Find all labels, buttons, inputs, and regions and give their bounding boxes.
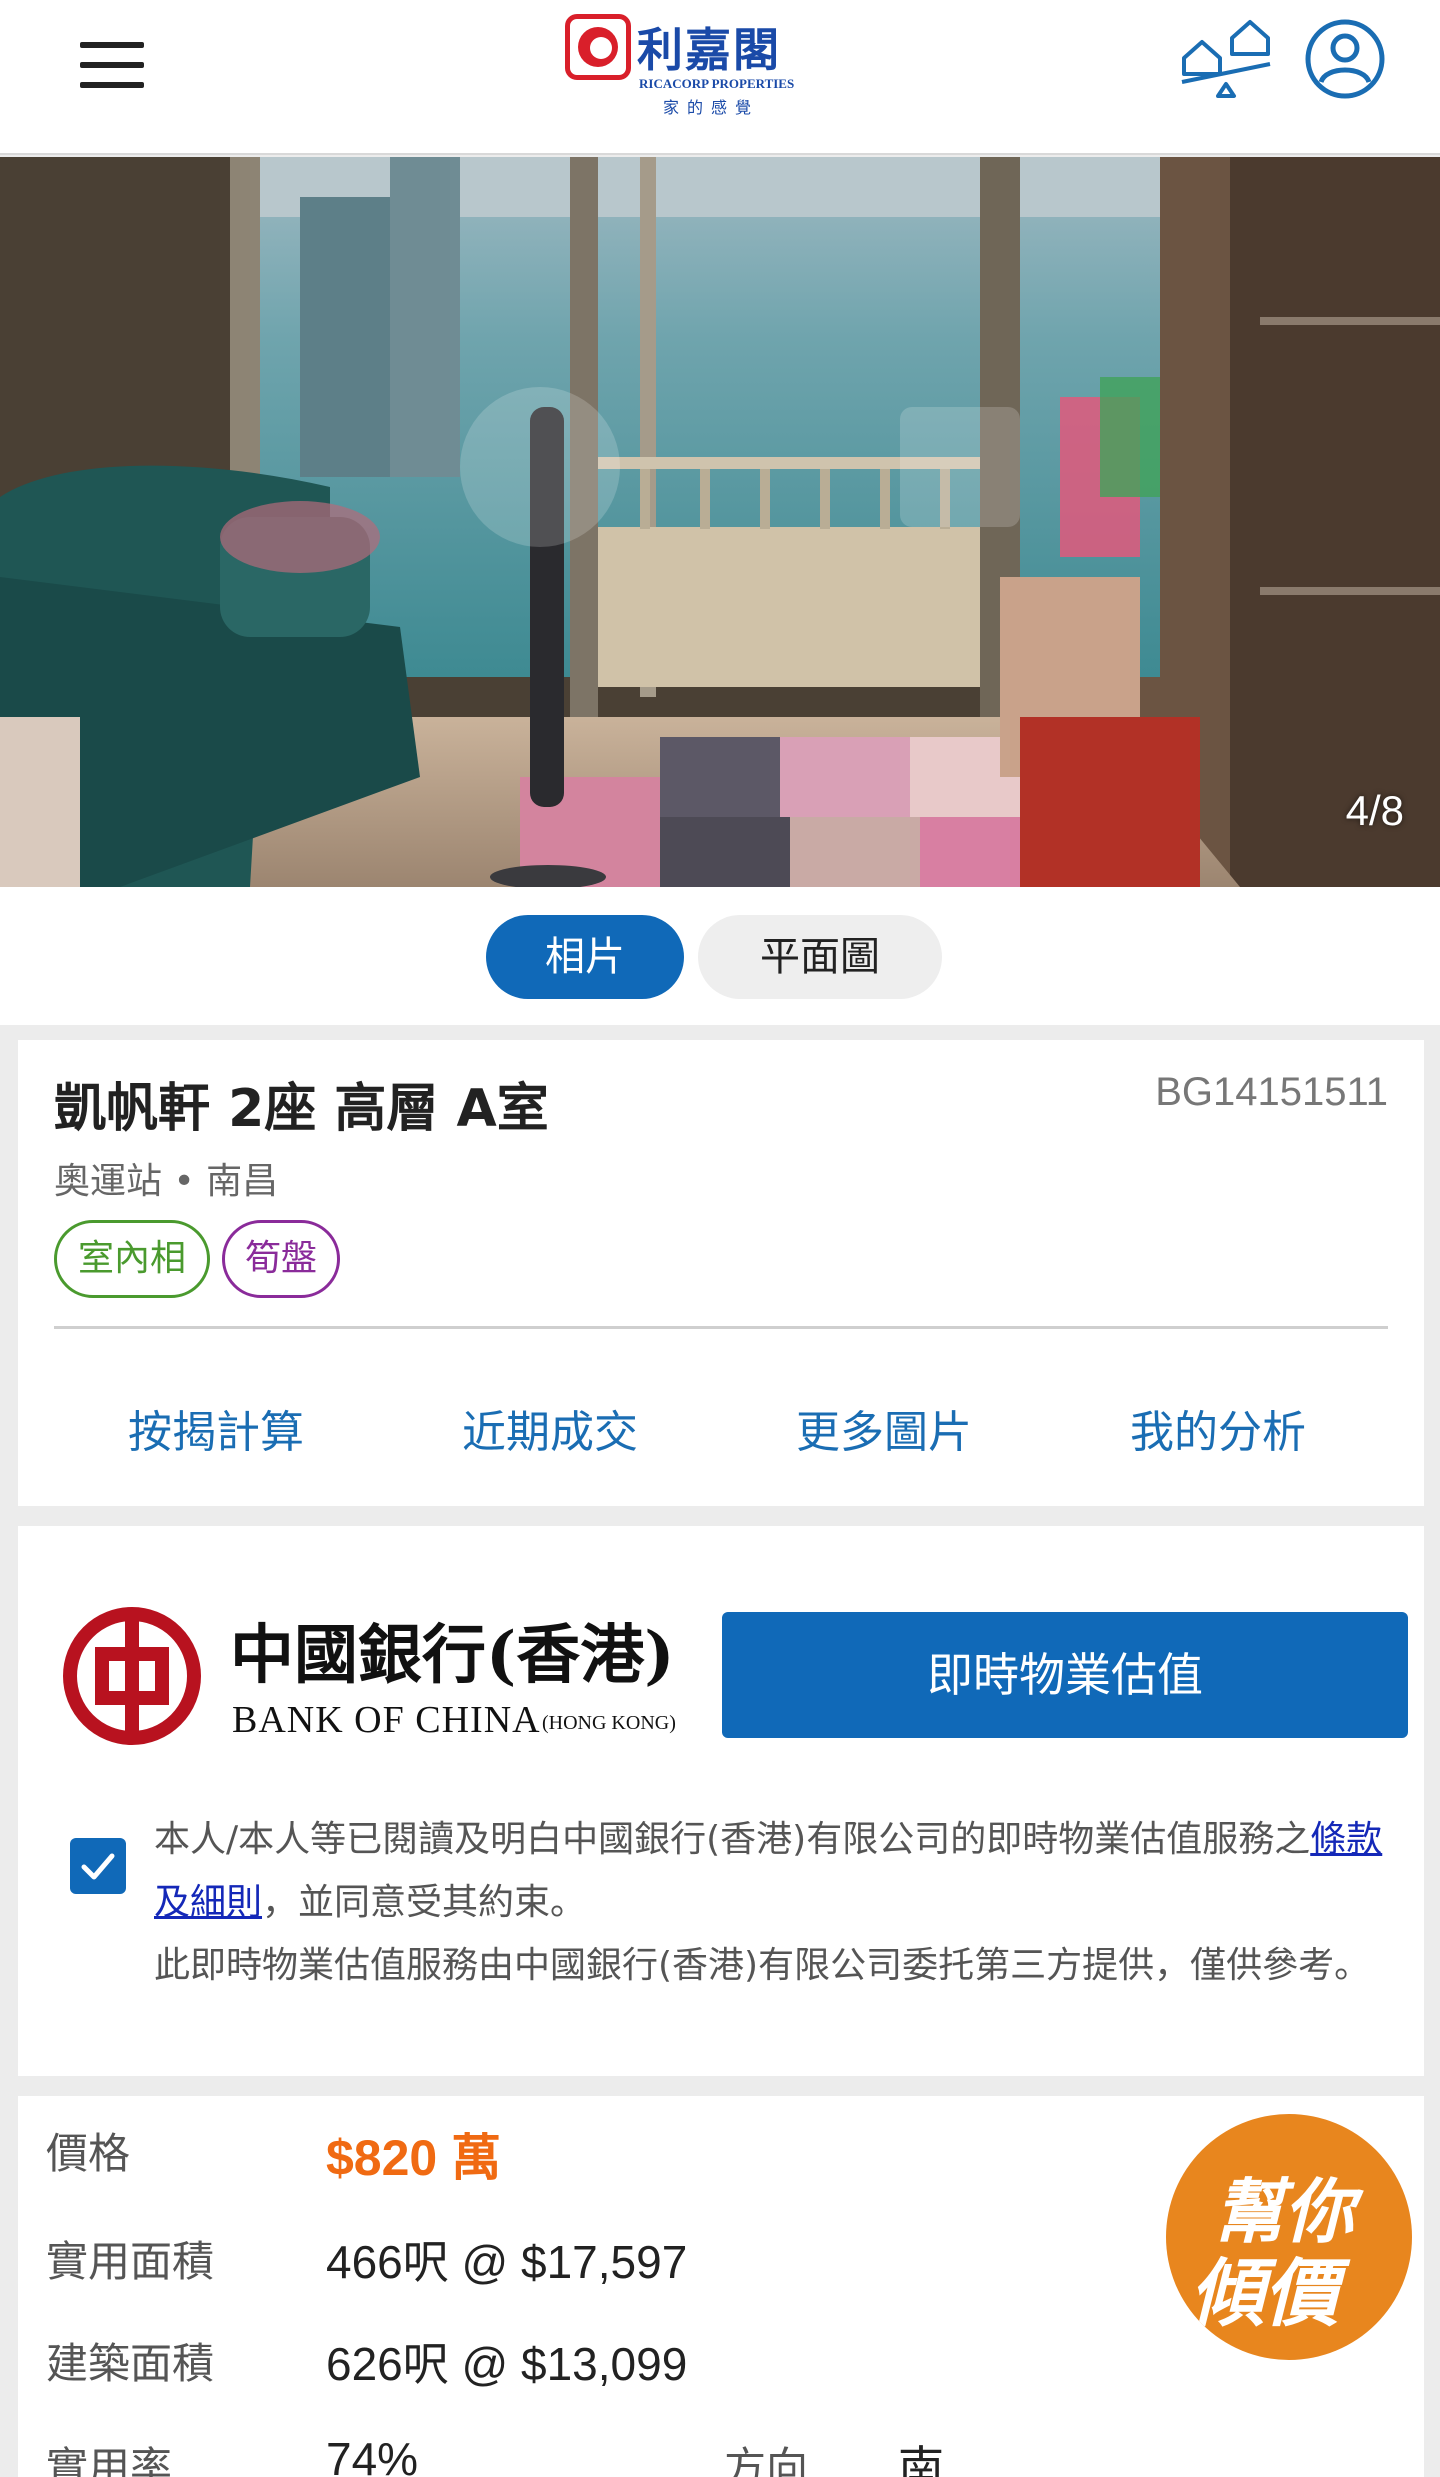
property-reference: BG14151511 bbox=[1155, 1070, 1388, 1114]
bank-name-chinese: 中國銀行(香港) bbox=[230, 1618, 675, 1693]
my-analysis-link[interactable]: 我的分析 bbox=[1130, 1396, 1306, 1460]
consent-text-part1: 本人/本人等已閱讀及明白中國銀行(香港)有限公司的即時物業估值服務之 bbox=[154, 1819, 1311, 1860]
recent-transactions-link[interactable]: 近期成交 bbox=[462, 1396, 638, 1460]
facing-value: 南 bbox=[898, 2442, 944, 2477]
property-title: 凱帆軒 2座 高層 A室 bbox=[54, 1079, 549, 1139]
logo-tagline: 家的感覺 bbox=[663, 98, 760, 117]
consent-checkbox[interactable] bbox=[70, 1838, 126, 1894]
app-header: 利嘉閣 RICACORP PROPERTIES 家的感覺 bbox=[0, 0, 1440, 155]
instant-valuation-button[interactable]: 即時物業估值 bbox=[722, 1612, 1408, 1738]
checkmark-icon bbox=[81, 1853, 115, 1880]
gross-area-label: 建築面積 bbox=[46, 2339, 215, 2388]
tab-photos[interactable]: 相片 bbox=[486, 915, 684, 999]
property-photo[interactable]: 4/8 bbox=[0, 157, 1440, 887]
price-label: 價格 bbox=[46, 2129, 131, 2178]
gross-area-value: 626呎 @ $13,099 bbox=[326, 2338, 688, 2390]
consent-disclaimer: 此即時物業估值服務由中國銀行(香港)有限公司委托第三方提供，僅供參考。 bbox=[154, 1945, 1371, 1986]
bank-valuation-card: 中國銀行(香港) BANK OF CHINA (HONG KONG) 即時物業估… bbox=[18, 1526, 1424, 2076]
price-negotiation-badge[interactable]: 幫你 傾價 bbox=[1166, 2114, 1412, 2360]
photo-counter: 4/8 bbox=[1345, 787, 1404, 834]
bank-name-english-sub: (HONG KONG) bbox=[542, 1712, 676, 1734]
badge-line-2: 傾價 bbox=[1190, 2251, 1338, 2337]
logo-english: RICACORP PROPERTIES bbox=[639, 76, 795, 91]
property-details-card: 價格 $820 萬 實用面積 466呎 @ $17,597 建築面積 626呎 … bbox=[18, 2096, 1424, 2477]
rc-logo-mark bbox=[565, 14, 631, 80]
divider bbox=[54, 1326, 1388, 1329]
logo-name: 利嘉閣 bbox=[637, 23, 781, 77]
compare-homes-icon[interactable] bbox=[1178, 18, 1274, 102]
ricacorp-logo[interactable]: 利嘉閣 RICACORP PROPERTIES 家的感覺 bbox=[565, 14, 805, 117]
living-room-photo bbox=[0, 157, 1440, 887]
efficiency-value: 74% bbox=[326, 2433, 419, 2477]
more-photos-link[interactable]: 更多圖片 bbox=[796, 1396, 972, 1460]
facing-label: 方向 bbox=[724, 2443, 809, 2477]
tag-hot-deal: 筍盤 bbox=[222, 1220, 340, 1298]
media-tabs: 相片 平面圖 bbox=[0, 887, 1440, 1025]
bank-name-english: BANK OF CHINA bbox=[232, 1699, 541, 1741]
property-location: 奧運站 • 南昌 bbox=[54, 1161, 279, 1202]
consent-text: 本人/本人等已閱讀及明白中國銀行(香港)有限公司的即時物業估值服務之條款及細則，… bbox=[154, 1808, 1394, 1997]
price-value: $820 萬 bbox=[326, 2130, 502, 2186]
account-icon[interactable] bbox=[1304, 18, 1386, 100]
property-summary-card: 凱帆軒 2座 高層 A室 BG14151511 奧運站 • 南昌 室內相 筍盤 … bbox=[18, 1040, 1424, 1506]
mortgage-calculator-link[interactable]: 按揭計算 bbox=[128, 1396, 304, 1460]
bank-of-china-logo-icon bbox=[62, 1606, 202, 1746]
menu-icon[interactable] bbox=[80, 42, 144, 88]
tag-indoor-photos: 室內相 bbox=[54, 1220, 210, 1298]
tab-floorplan[interactable]: 平面圖 bbox=[698, 915, 942, 999]
consent-text-part2: ，並同意受其約束。 bbox=[262, 1882, 587, 1923]
saleable-area-value: 466呎 @ $17,597 bbox=[326, 2236, 688, 2288]
saleable-area-label: 實用面積 bbox=[46, 2237, 215, 2286]
efficiency-label: 實用率 bbox=[46, 2443, 173, 2477]
